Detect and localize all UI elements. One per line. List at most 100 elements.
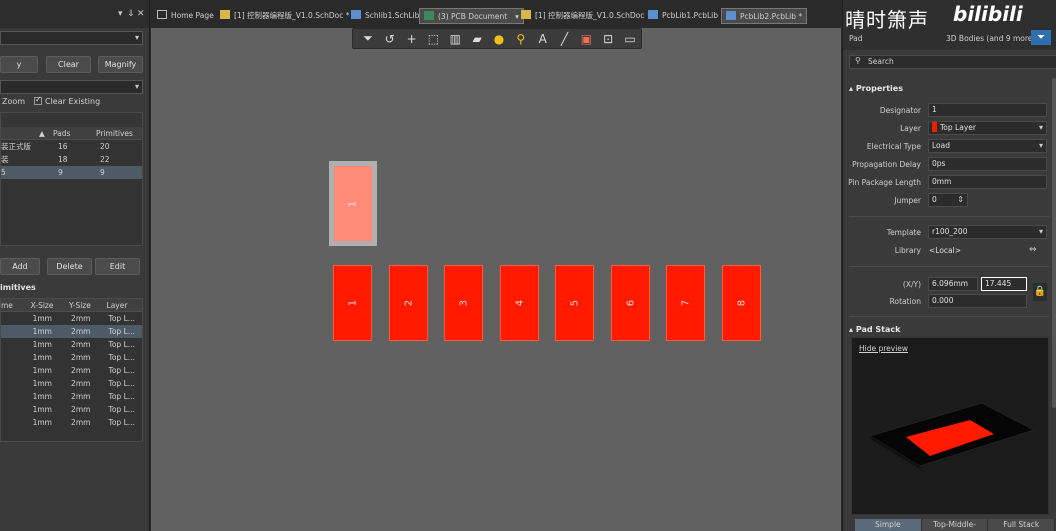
y-position-field[interactable]: 17.445 [981,277,1027,291]
eraser-icon[interactable]: ▰ [466,29,488,48]
tab-top-middle-bottom[interactable]: Top-Middle-Bottom [921,519,989,531]
clear-button[interactable]: Clear [46,56,91,73]
rotation-field[interactable]: 0.000 [928,294,1027,308]
selected-pad[interactable]: 1 [329,161,377,246]
x-position-field[interactable]: 6.096mm [928,277,978,291]
via-icon[interactable]: ⚲ [510,29,532,48]
add-button[interactable]: Add [0,258,40,275]
left-panel: ▾ ⇓ ✕ ▾ y Clear Magnify ▾ Zoom Clear Exi… [0,0,150,531]
table-row[interactable]: 1mm 2mm Top L... [1,325,142,338]
link-icon[interactable]: ⇔ [1029,245,1037,255]
table-row[interactable]: 1mm 2mm Top L... [1,364,142,377]
tab-pcb-document[interactable]: (3) PCB Document ▾ [419,8,524,24]
properties-panel: 晴时箫声 bilibili Pad 3D Bodies (and 9 more)… [842,0,1056,531]
chart-icon[interactable]: ▥ [444,29,466,48]
schematic-icon [521,10,531,19]
tab-pcblib1[interactable]: PcbLib1.PcbLib [648,8,718,24]
tab-simple[interactable]: Simple [855,519,922,531]
pad-3d-preview [868,402,1036,470]
tab-schdoc-2[interactable]: [1] 控制器编程版_V1.0.SchDoc [521,8,644,24]
pad-1[interactable]: 1 [333,265,372,341]
filter-icon: ⏷ [1037,32,1045,43]
tab-home-page[interactable]: Home Page [157,8,214,24]
search-icon: ⚲ [855,56,861,65]
chevron-down-icon: ▾ [1038,141,1043,150]
magnify-button[interactable]: Magnify [98,56,143,73]
pad-icon[interactable]: ● [488,29,510,48]
rect-icon[interactable]: ▣ [575,29,597,48]
filter-button[interactable]: ⏷ [1031,30,1051,45]
stepper-arrows-icon[interactable]: ⇕ [957,194,964,206]
layer-select[interactable]: Top Layer ▾ [928,121,1047,135]
table-row[interactable]: 1mm 2mm Top L... [1,338,142,351]
pad-stack-section-title[interactable]: ▴ Pad Stack [849,325,1056,334]
chevron-down-icon: ▾ [1038,123,1043,132]
table-row[interactable]: 装 18 22 [1,153,142,166]
crosshair-icon[interactable]: + [401,29,423,48]
components-table-header: ▲ Pads Primitives [1,127,142,140]
table-row[interactable]: 1mm 2mm Top L... [1,403,142,416]
zoom-checkbox-label[interactable]: Zoom [2,97,25,106]
properties-section-title[interactable]: ▴ Properties [849,84,1056,93]
search-input[interactable]: ⚲ Search [849,55,1056,69]
pad-6[interactable]: 6 [611,265,650,341]
filter-dropdown[interactable]: ▾ [0,31,143,45]
chevron-down-icon: ▾ [1038,227,1043,236]
clear-existing-checkbox[interactable]: Clear Existing [34,95,100,106]
table-row[interactable]: 1mm 2mm Top L... [1,312,142,325]
table-row[interactable]: 5 9 9 [1,166,142,179]
pin-icon[interactable]: ⇓ [127,9,135,19]
watermark-text: 晴时箫声 [845,8,929,32]
table-row[interactable]: 1mm 2mm Top L... [1,390,142,403]
pad-5[interactable]: 5 [555,265,594,341]
text-icon[interactable]: A [532,29,554,48]
line-icon[interactable]: ╱ [554,29,576,48]
template-select[interactable]: r100_200 ▾ [928,225,1047,239]
primitives-section-title: imitives [0,283,36,292]
pad-4[interactable]: 4 [500,265,539,341]
mode-dropdown[interactable]: ▾ [0,80,143,94]
designator-field[interactable]: 1 [928,103,1047,117]
pcb-icon [424,11,434,20]
checkbox-checked-icon [34,95,42,105]
jumper-stepper[interactable]: 0 ⇕ [928,193,968,207]
apply-button[interactable]: y [0,56,38,73]
close-icon[interactable]: ✕ [137,9,145,19]
dropdown-icon[interactable]: ▾ [118,9,123,19]
pad-8[interactable]: 8 [722,265,761,341]
pad-3[interactable]: 3 [444,265,483,341]
sort-icon[interactable]: ▲ [39,127,51,139]
filter-summary[interactable]: 3D Bodies (and 9 more) [946,34,1035,43]
electrical-type-select[interactable]: Load ▾ [928,139,1047,153]
tab-pcblib2[interactable]: PcbLib2.PcbLib * [721,8,808,24]
pad-stack-preview[interactable]: Hide preview [851,337,1049,515]
tab-schlib[interactable]: Schlib1.SchLib [351,8,419,24]
chevron-down-icon[interactable]: ▾ [515,12,519,21]
table-row[interactable]: 1mm 2mm Top L... [1,377,142,390]
dimension-icon[interactable]: ⊡ [597,29,619,48]
pcb-canvas[interactable]: ⏷ ↺ + ⬚ ▥ ▰ ● ⚲ A ╱ ▣ ⊡ ▭ 1 1 2 3 4 5 6 … [151,28,841,531]
pad-7[interactable]: 7 [666,265,705,341]
properties-panel-header: 晴时箫声 bilibili Pad 3D Bodies (and 9 more)… [843,0,1056,50]
select-rect-icon[interactable]: ⬚ [423,29,445,48]
pad-stack-mode-tabs: Simple Top-Middle-Bottom Full Stack [855,519,1056,531]
pin-package-length-field[interactable]: 0mm [928,175,1047,189]
schematic-icon [220,10,230,19]
pcblib-icon [726,11,736,20]
filter-icon[interactable]: ⏷ [357,29,379,48]
tab-schdoc-1[interactable]: [1] 控制器编程版_V1.0.SchDoc * [220,8,349,24]
propagation-delay-field[interactable]: 0ps [928,157,1047,171]
pad-2[interactable]: 2 [389,265,428,341]
route-icon[interactable]: ↺ [379,29,401,48]
table-row[interactable]: 装正式版 16 20 [1,140,142,153]
table-row[interactable]: 1mm 2mm Top L... [1,416,142,429]
table-row[interactable]: 1mm 2mm Top L... [1,351,142,364]
edit-button[interactable]: Edit [95,258,140,275]
tab-full-stack[interactable]: Full Stack [988,519,1056,531]
scrollbar[interactable] [1052,78,1056,408]
chevron-down-icon: ▾ [134,33,139,42]
component-icon[interactable]: ▭ [619,29,641,48]
primitives-table: me X-Size Y-Size Layer 1mm 2mm Top L... 1m… [0,298,143,442]
lock-icon[interactable]: 🔒 [1033,283,1047,301]
delete-button[interactable]: Delete [47,258,92,275]
